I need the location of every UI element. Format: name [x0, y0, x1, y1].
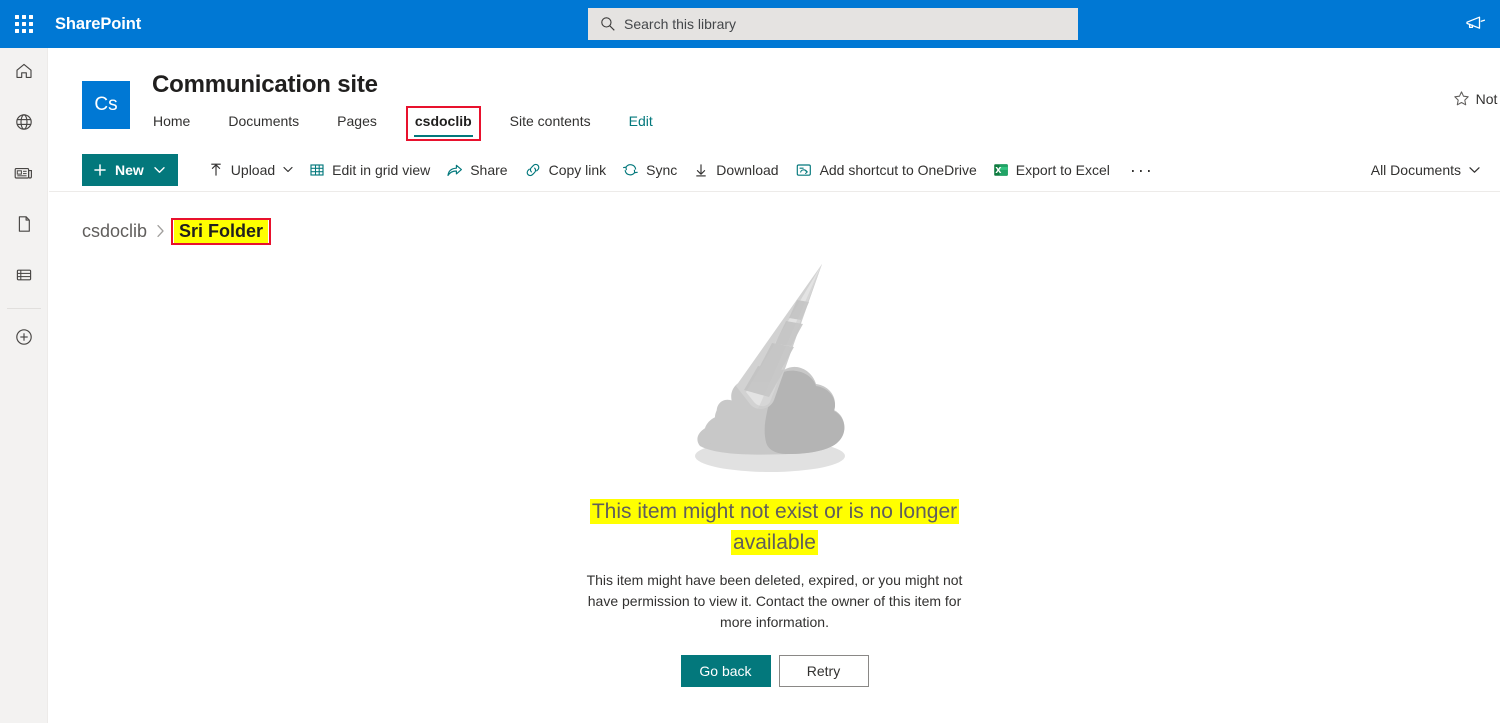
app-launcher-waffle-button[interactable]	[0, 0, 48, 48]
left-navigation-rail	[0, 48, 48, 723]
error-title: This item might not exist or is no longe…	[589, 496, 960, 558]
site-header: Cs Communication site Home Documents Pag…	[49, 48, 1500, 148]
nav-item-site-contents[interactable]: Site contents	[509, 111, 592, 137]
share-label: Share	[470, 161, 508, 178]
main-content: Cs Communication site Home Documents Pag…	[49, 48, 1500, 723]
rail-divider	[6, 308, 41, 309]
suite-actions	[1452, 0, 1500, 48]
error-actions: Go back Retry	[680, 655, 869, 687]
upload-button[interactable]: Upload	[200, 154, 301, 186]
rail-item-news[interactable]	[0, 150, 47, 201]
error-title-line-1: This item might not exist or is no longe…	[589, 499, 960, 524]
follow-label: Not fo	[1475, 90, 1500, 107]
document-icon	[14, 214, 34, 239]
share-icon	[446, 162, 463, 178]
page-title[interactable]: Communication site	[152, 70, 690, 100]
sync-button[interactable]: Sync	[614, 154, 685, 186]
nav-item-home[interactable]: Home	[152, 111, 191, 137]
view-switcher-label: All Documents	[1370, 161, 1461, 178]
search-icon	[596, 12, 620, 36]
excel-icon: X	[993, 162, 1009, 178]
add-shortcut-to-onedrive-label: Add shortcut to OneDrive	[819, 161, 977, 178]
new-button-label: New	[115, 161, 144, 178]
share-button[interactable]: Share	[438, 154, 515, 186]
nav-item-pages[interactable]: Pages	[336, 111, 378, 137]
chevron-down-icon	[1469, 166, 1480, 174]
plus-circle-icon	[14, 327, 34, 352]
view-switcher-button[interactable]: All Documents	[1363, 154, 1488, 186]
rail-item-create[interactable]	[0, 314, 47, 365]
search-input[interactable]	[620, 9, 1078, 39]
nav-item-edit[interactable]: Edit	[628, 111, 654, 137]
error-description: This item might have been deleted, expir…	[586, 572, 963, 630]
site-logo[interactable]: Cs	[82, 81, 130, 129]
nav-item-csdoclib[interactable]: csdoclib	[405, 106, 481, 141]
upload-label: Upload	[230, 161, 276, 178]
breadcrumb-current-wrapper: Sri Folder	[171, 217, 272, 245]
app-launcher-waffle-icon	[15, 15, 33, 33]
suite-bar: SharePoint	[0, 0, 1500, 48]
go-back-button[interactable]: Go back	[680, 655, 771, 687]
onedrive-shortcut-icon	[795, 162, 813, 178]
svg-text:X: X	[995, 166, 1002, 175]
export-to-excel-button[interactable]: X Export to Excel	[985, 154, 1118, 186]
list-icon	[14, 265, 34, 290]
link-icon	[524, 162, 542, 178]
copy-link-label: Copy link	[548, 161, 607, 178]
rail-item-lists[interactable]	[0, 252, 47, 303]
edit-in-grid-view-label: Edit in grid view	[332, 161, 431, 178]
home-icon	[14, 61, 34, 86]
command-bar: New Upload Edit in grid view Share Copy …	[49, 148, 1500, 192]
chevron-down-icon	[283, 166, 293, 173]
globe-icon	[14, 112, 34, 137]
rail-item-files[interactable]	[0, 201, 47, 252]
edit-in-grid-view-button[interactable]: Edit in grid view	[301, 154, 438, 186]
sharepoint-brand-link[interactable]: SharePoint	[55, 15, 141, 34]
copy-link-button[interactable]: Copy link	[516, 154, 615, 186]
breadcrumb-item-sri-folder[interactable]: Sri Folder	[174, 218, 269, 243]
feedback-button[interactable]	[1452, 0, 1500, 48]
library-search-box[interactable]	[588, 8, 1078, 40]
news-icon	[13, 163, 34, 188]
rail-item-my-sites[interactable]	[0, 99, 47, 150]
rail-item-home[interactable]	[0, 48, 47, 99]
plus-icon	[93, 163, 107, 177]
nav-item-csdoclib-label: csdoclib	[414, 113, 472, 129]
breadcrumb-separator-icon	[156, 224, 165, 238]
upload-arrow-icon	[208, 162, 224, 178]
sync-label: Sync	[646, 161, 678, 178]
site-header-text: Communication site Home Documents Pages …	[152, 70, 690, 148]
site-navigation: Home Documents Pages csdoclib Site conte…	[152, 106, 690, 141]
download-button[interactable]: Download	[685, 154, 786, 186]
export-to-excel-label: Export to Excel	[1015, 161, 1110, 178]
more-commands-button[interactable]: ···	[1118, 161, 1166, 179]
retry-button[interactable]: Retry	[778, 655, 869, 687]
dropped-ice-cream-cone-illustration	[670, 250, 880, 480]
breadcrumb-item-csdoclib[interactable]: csdoclib	[82, 221, 147, 242]
add-shortcut-to-onedrive-button[interactable]: Add shortcut to OneDrive	[787, 154, 985, 186]
grid-table-icon	[309, 162, 325, 178]
follow-site-button[interactable]: Not fo	[1453, 90, 1500, 107]
sync-icon	[622, 162, 639, 178]
download-arrow-icon	[693, 162, 709, 178]
chevron-down-icon	[154, 166, 165, 174]
empty-state: This item might not exist or is no longe…	[49, 250, 1500, 687]
breadcrumb: csdoclib Sri Folder	[49, 192, 1500, 248]
megaphone-feedback-icon	[1466, 16, 1486, 29]
nav-item-documents[interactable]: Documents	[227, 111, 300, 137]
download-label: Download	[716, 161, 779, 178]
new-button[interactable]: New	[82, 153, 178, 186]
star-outline-icon	[1453, 90, 1470, 107]
error-title-line-2: available	[731, 530, 818, 555]
